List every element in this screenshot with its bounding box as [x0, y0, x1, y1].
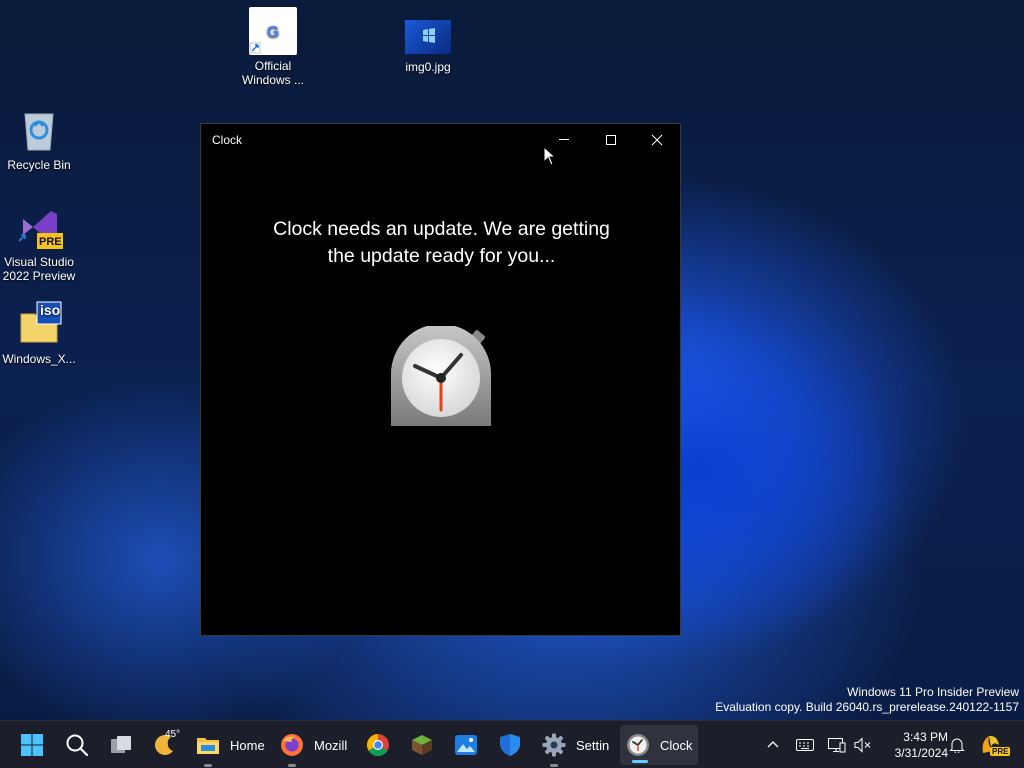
taskbar-settings[interactable]: Settin — [542, 721, 612, 768]
clock-app-logo-icon — [389, 324, 493, 430]
taskbar-file-explorer[interactable]: Home — [196, 721, 266, 768]
network-button[interactable] — [826, 721, 848, 768]
task-view-icon — [109, 733, 133, 757]
chevron-up-icon — [767, 741, 779, 748]
close-button[interactable] — [634, 124, 680, 156]
running-indicator — [204, 764, 212, 767]
desktop-icon-label: Official — [254, 59, 292, 73]
shield-icon — [498, 733, 522, 757]
clock-window: Clock Clock needs an update. We are gett… — [200, 123, 681, 636]
taskbar-item-label: Mozill — [314, 737, 348, 753]
taskbar-item-label: Settin — [576, 737, 610, 753]
desktop-icon-recycle-bin[interactable]: Recycle Bin — [0, 106, 79, 172]
iso-file-icon: iso — [15, 300, 63, 348]
desktop-icon-label: img0.jpg — [405, 60, 451, 74]
taskbar-item-label: Clock — [660, 737, 693, 753]
evaluation-watermark: Windows 11 Pro Insider Preview Evaluatio… — [715, 685, 1019, 715]
desktop-icon-img0[interactable]: img0.jpg — [388, 20, 468, 74]
weather-temperature: 45° — [165, 729, 181, 740]
desktop-icon-official-windows[interactable]: G Official Windows ... — [233, 7, 313, 87]
keyboard-icon — [796, 739, 814, 751]
gear-icon — [542, 733, 566, 757]
desktop-icon-label: 2022 Preview — [2, 269, 76, 283]
mouse-cursor-icon — [543, 146, 557, 166]
taskbar-defender[interactable] — [498, 721, 522, 768]
search-button[interactable] — [65, 721, 89, 768]
taskbar: 45° Home Mozill Settin Clock 3:43 PM 3/3… — [0, 720, 1024, 768]
running-indicator — [288, 764, 296, 767]
photos-icon — [454, 733, 478, 757]
chrome-icon — [366, 733, 390, 757]
taskbar-firefox[interactable]: Mozill — [280, 721, 348, 768]
watermark-line: Evaluation copy. Build 26040.rs_prerelea… — [715, 700, 1019, 714]
search-icon — [65, 733, 89, 757]
show-hidden-icons-button[interactable] — [762, 721, 784, 768]
network-icon — [828, 738, 846, 753]
volume-muted-icon — [854, 737, 871, 753]
visual-studio-icon: PRE — [15, 203, 63, 251]
desktop-icon-label: Windows_X... — [2, 352, 76, 366]
maximize-icon — [606, 135, 616, 145]
keyboard-button[interactable] — [794, 721, 816, 768]
taskbar-minecraft[interactable] — [410, 721, 434, 768]
google-shortcut-icon: G — [249, 7, 297, 55]
bell-icon — [949, 738, 965, 753]
window-title: Clock — [212, 133, 243, 147]
update-message: Clock needs an update. We are getting th… — [201, 216, 682, 270]
notifications-button[interactable] — [946, 721, 968, 768]
title-bar[interactable]: Clock — [201, 124, 680, 156]
taskbar-item-label: Home — [230, 737, 265, 753]
taskbar-chrome[interactable] — [366, 721, 390, 768]
taskbar-date: 3/31/2024 — [894, 746, 948, 760]
iso-badge: iso — [40, 302, 61, 318]
desktop-icon-label: Windows ... — [241, 73, 304, 87]
image-file-icon — [405, 20, 451, 54]
close-icon — [651, 134, 663, 146]
start-button[interactable] — [20, 721, 44, 768]
pre-badge: PRE — [39, 236, 62, 248]
desktop-icon-label: Recycle Bin — [7, 158, 71, 172]
clock-icon — [626, 733, 650, 757]
desktop-icon-visual-studio[interactable]: PRE Visual Studio 2022 Preview — [0, 203, 79, 283]
folder-icon — [196, 733, 220, 757]
desktop-icon-label: Visual Studio — [4, 255, 74, 269]
grass-block-icon — [410, 733, 434, 757]
watermark-line: Windows 11 Pro Insider Preview — [847, 685, 1019, 699]
taskbar-time: 3:43 PM — [903, 730, 948, 744]
weather-widget[interactable]: 45° — [153, 721, 181, 768]
minimize-icon — [559, 139, 569, 140]
taskbar-clock[interactable]: Clock — [620, 725, 698, 765]
running-indicator — [550, 764, 558, 767]
pre-badge: PRE — [990, 747, 1011, 756]
taskbar-photos[interactable] — [454, 721, 478, 768]
task-view-button[interactable] — [109, 721, 133, 768]
desktop-icon-windows-iso[interactable]: iso Windows_X... — [0, 300, 79, 366]
svg-text:G: G — [267, 24, 279, 41]
recycle-bin-icon — [15, 106, 63, 154]
active-indicator — [632, 760, 648, 763]
windows-logo-icon — [20, 733, 44, 757]
volume-button[interactable] — [852, 721, 874, 768]
copilot-button[interactable]: PRE — [978, 721, 1011, 768]
update-message-line: Clock needs an update. We are getting — [273, 218, 610, 240]
taskbar-clock-datetime[interactable]: 3:43 PM 3/31/2024 — [878, 729, 948, 761]
firefox-icon — [280, 733, 304, 757]
maximize-button[interactable] — [588, 124, 634, 156]
update-message-line: the update ready for you... — [327, 245, 556, 267]
